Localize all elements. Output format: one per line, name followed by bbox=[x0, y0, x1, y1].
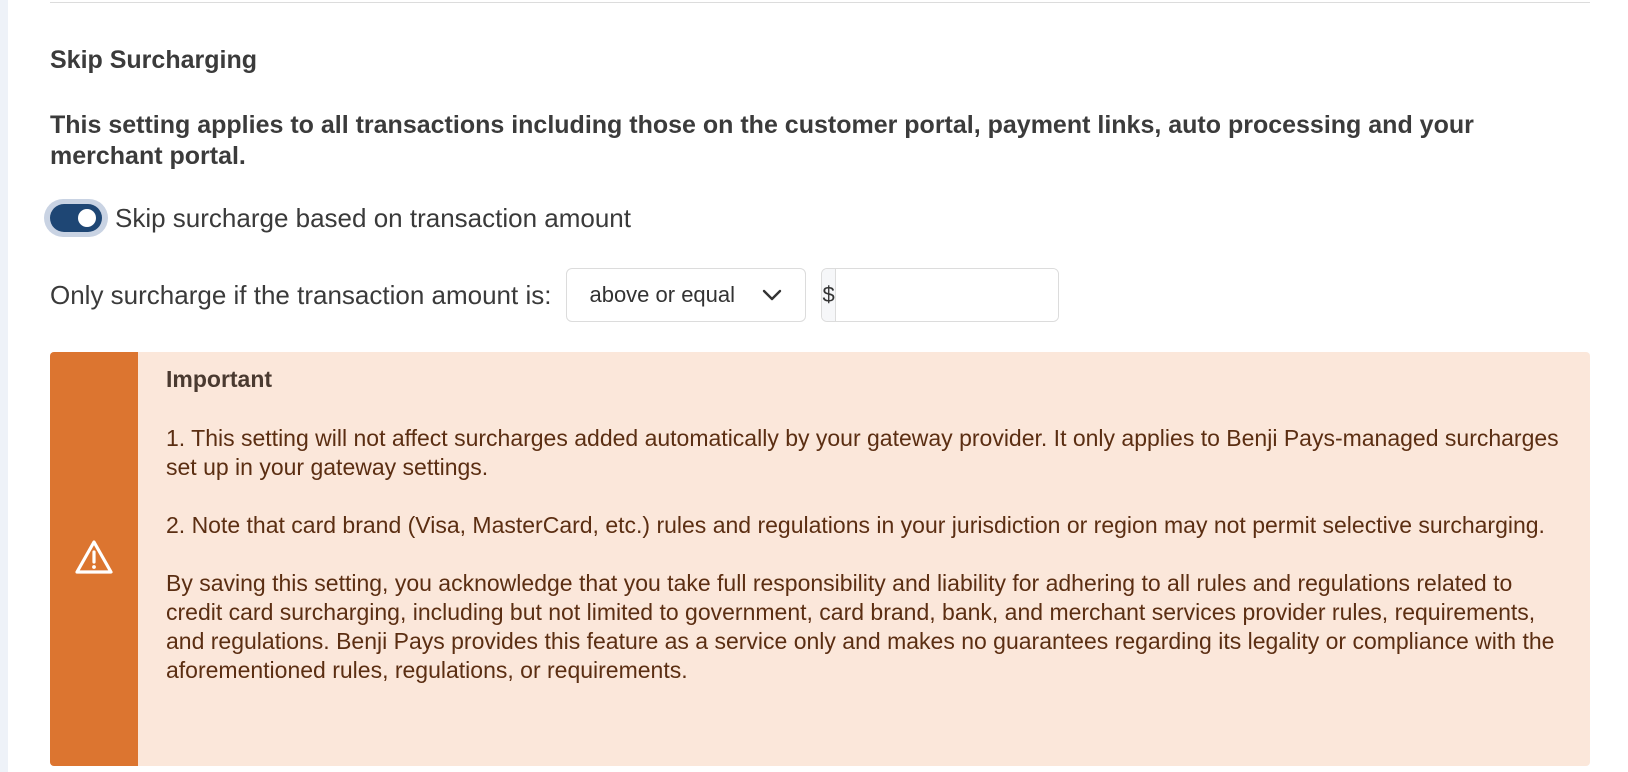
amount-input-group: $ bbox=[821, 268, 1060, 322]
toggle-knob bbox=[78, 209, 96, 227]
skip-surcharge-toggle-row: Skip surcharge based on transaction amou… bbox=[44, 198, 631, 238]
amount-input[interactable] bbox=[835, 269, 1059, 321]
comparison-select-value: above or equal bbox=[589, 282, 736, 307]
page-left-edge bbox=[0, 0, 8, 772]
amount-rule-row: Only surcharge if the transaction amount… bbox=[50, 267, 1060, 323]
chevron-down-icon bbox=[761, 284, 783, 306]
alert-accent-bar bbox=[50, 352, 138, 766]
settings-notice: This setting applies to all transactions… bbox=[50, 111, 1474, 170]
skip-surcharge-toggle-label[interactable]: Skip surcharge based on transaction amou… bbox=[115, 203, 631, 234]
alert-title: Important bbox=[166, 366, 273, 392]
alert-paragraph: 2. Note that card brand (Visa, MasterCar… bbox=[166, 512, 1545, 538]
warning-icon bbox=[74, 539, 114, 580]
toggle-track bbox=[50, 204, 102, 232]
skip-surcharge-toggle[interactable] bbox=[44, 199, 108, 237]
section-title: Skip Surcharging bbox=[50, 46, 257, 74]
alert-body: Important 1. This setting will not affec… bbox=[138, 352, 1590, 766]
alert-paragraph: By saving this setting, you acknowledge … bbox=[166, 570, 1555, 683]
alert-paragraph: 1. This setting will not affect surcharg… bbox=[166, 425, 1559, 480]
comparison-select[interactable]: above or equal bbox=[566, 268, 807, 322]
important-alert: Important 1. This setting will not affec… bbox=[50, 352, 1590, 766]
section-divider bbox=[50, 2, 1590, 3]
currency-symbol: $ bbox=[822, 269, 836, 321]
amount-rule-label: Only surcharge if the transaction amount… bbox=[50, 279, 552, 310]
